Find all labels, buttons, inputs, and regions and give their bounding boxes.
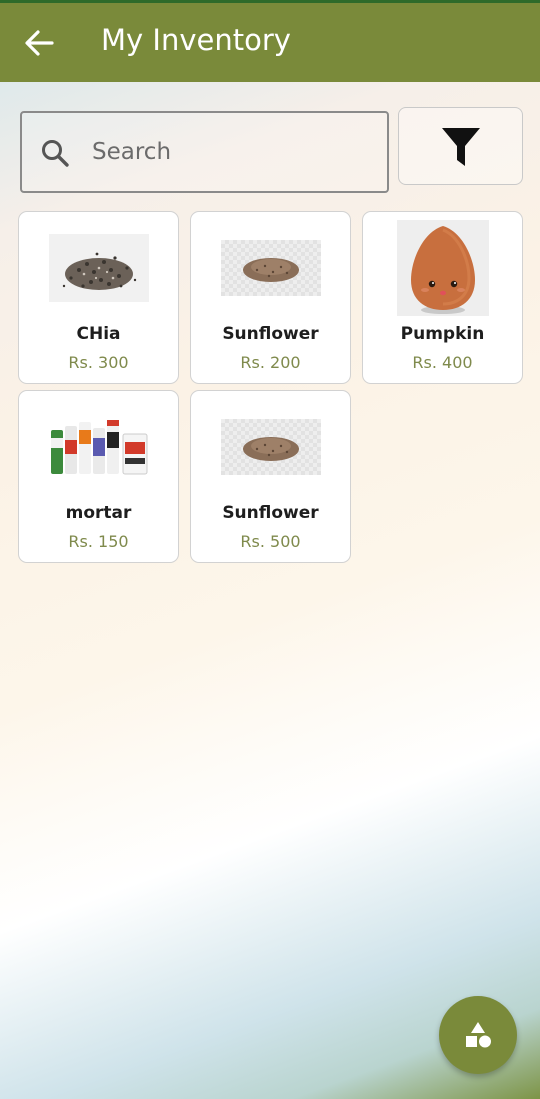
app-bar: My Inventory (0, 3, 540, 82)
product-image (191, 220, 350, 316)
add-item-fab[interactable] (439, 996, 517, 1074)
product-image (19, 220, 178, 316)
product-price: Rs. 200 (240, 353, 301, 372)
product-price: Rs. 500 (240, 532, 301, 551)
product-price: Rs. 150 (68, 532, 129, 551)
product-card[interactable]: mortar Rs. 150 (18, 390, 179, 563)
search-input[interactable] (92, 133, 372, 171)
product-image (191, 399, 350, 495)
filter-button[interactable] (398, 107, 523, 185)
arrow-left-icon (25, 30, 54, 56)
product-name: Sunflower (222, 503, 319, 523)
chia-seeds-image (48, 234, 149, 302)
product-name: mortar (65, 503, 132, 523)
search-box[interactable] (20, 111, 389, 193)
product-bottles-image (50, 420, 147, 475)
product-card[interactable]: Sunflower Rs. 500 (190, 390, 351, 563)
back-button[interactable] (24, 30, 54, 56)
product-price: Rs. 400 (412, 353, 473, 372)
product-card[interactable]: Sunflower Rs. 200 (190, 211, 351, 384)
filter-funnel-icon (442, 128, 480, 166)
product-card[interactable]: Pumpkin Rs. 400 (362, 211, 523, 384)
product-name: CHia (76, 324, 121, 344)
seed-pile-image (220, 419, 321, 475)
product-name: Sunflower (222, 324, 319, 344)
product-image (363, 220, 522, 316)
page-title: My Inventory (101, 23, 291, 57)
product-price: Rs. 300 (68, 353, 129, 372)
product-card[interactable]: CHia Rs. 300 (18, 211, 179, 384)
search-icon (42, 140, 69, 167)
product-image (19, 399, 178, 495)
product-name: Pumpkin (400, 324, 485, 344)
almond-character-image (396, 220, 489, 316)
seed-pile-image (220, 240, 321, 296)
shapes-icon (466, 1022, 491, 1048)
